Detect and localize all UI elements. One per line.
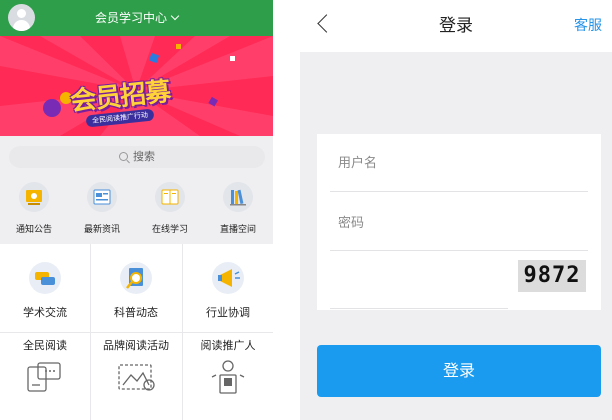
module-label: 全民阅读 (23, 339, 67, 352)
center-title-dropdown[interactable]: 会员学习中心 (0, 0, 273, 36)
quick-nav-notice[interactable]: 通知公告 (0, 178, 68, 238)
quick-nav-label: 直播空间 (219, 225, 256, 235)
module-reading-promoter[interactable]: 阅读推广人 (183, 333, 273, 420)
module-label: 行业协调 (206, 306, 250, 319)
search-placeholder: 搜索 (133, 150, 155, 163)
picture-frame-icon (118, 364, 155, 391)
password-field[interactable]: 密码 (338, 212, 588, 231)
search-icon (119, 152, 128, 161)
nav-bar: 登录 客服 (300, 0, 612, 52)
captcha-input[interactable] (338, 262, 508, 290)
field-divider (330, 191, 588, 192)
module-label: 品牌阅读活动 (103, 339, 169, 352)
login-button[interactable]: 登录 (317, 345, 601, 397)
book-icon (155, 182, 185, 212)
module-label: 学术交流 (23, 306, 67, 319)
quick-nav-label: 在线学习 (151, 225, 188, 235)
module-label: 阅读推广人 (200, 339, 256, 352)
notice-icon (19, 182, 49, 212)
speaker-person-icon (211, 360, 245, 394)
module-industry[interactable]: 行业协调 (183, 244, 273, 332)
chevron-down-icon (170, 11, 180, 21)
academic-exchange-icon (29, 262, 61, 294)
megaphone-icon (212, 262, 244, 294)
quick-nav-news[interactable]: 最新资讯 (68, 178, 136, 238)
module-academic-exchange[interactable]: 学术交流 (0, 244, 90, 332)
page-title: 登录 (439, 16, 473, 36)
customer-service-link[interactable]: 客服 (574, 0, 602, 52)
news-icon (87, 182, 117, 212)
quick-nav-learning[interactable]: 在线学习 (136, 178, 204, 238)
username-field[interactable]: 用户名 (338, 152, 588, 171)
quick-nav: 通知公告 最新资讯 在线学习 直播空间 (0, 172, 273, 240)
login-body: 用户名 密码 9872 登录 (300, 52, 612, 420)
quick-nav-label: 通知公告 (15, 225, 52, 235)
module-label: 科普动态 (114, 306, 158, 319)
center-title: 会员学习中心 (94, 11, 167, 25)
captcha-image[interactable]: 9872 (518, 260, 586, 292)
reading-device-icon (27, 362, 61, 392)
member-center-screen: 会员学习中心 会员招募 全民阅读推广行动 搜索 通知公告 最新资讯 在线学习 直… (0, 0, 273, 420)
module-grid: 学术交流 科普动态 行业协调 全民阅读 品牌阅读活动 阅读推广人 (0, 244, 273, 420)
field-divider (330, 308, 508, 309)
module-science[interactable]: 科普动态 (91, 244, 182, 332)
search-bar[interactable]: 搜索 (9, 146, 265, 168)
field-divider (330, 250, 588, 251)
login-form-card: 用户名 密码 9872 (317, 134, 601, 310)
module-national-reading[interactable]: 全民阅读 (0, 333, 90, 420)
books-shelf-icon (223, 182, 253, 212)
login-screen: 登录 客服 用户名 密码 9872 登录 (300, 0, 612, 420)
quick-nav-live[interactable]: 直播空间 (204, 178, 272, 238)
top-header-bar: 会员学习中心 (0, 0, 273, 36)
recruit-banner[interactable]: 会员招募 全民阅读推广行动 (0, 36, 273, 136)
quick-nav-label: 最新资讯 (83, 225, 120, 235)
science-search-icon (120, 262, 152, 294)
module-brand-reading[interactable]: 品牌阅读活动 (91, 333, 182, 420)
